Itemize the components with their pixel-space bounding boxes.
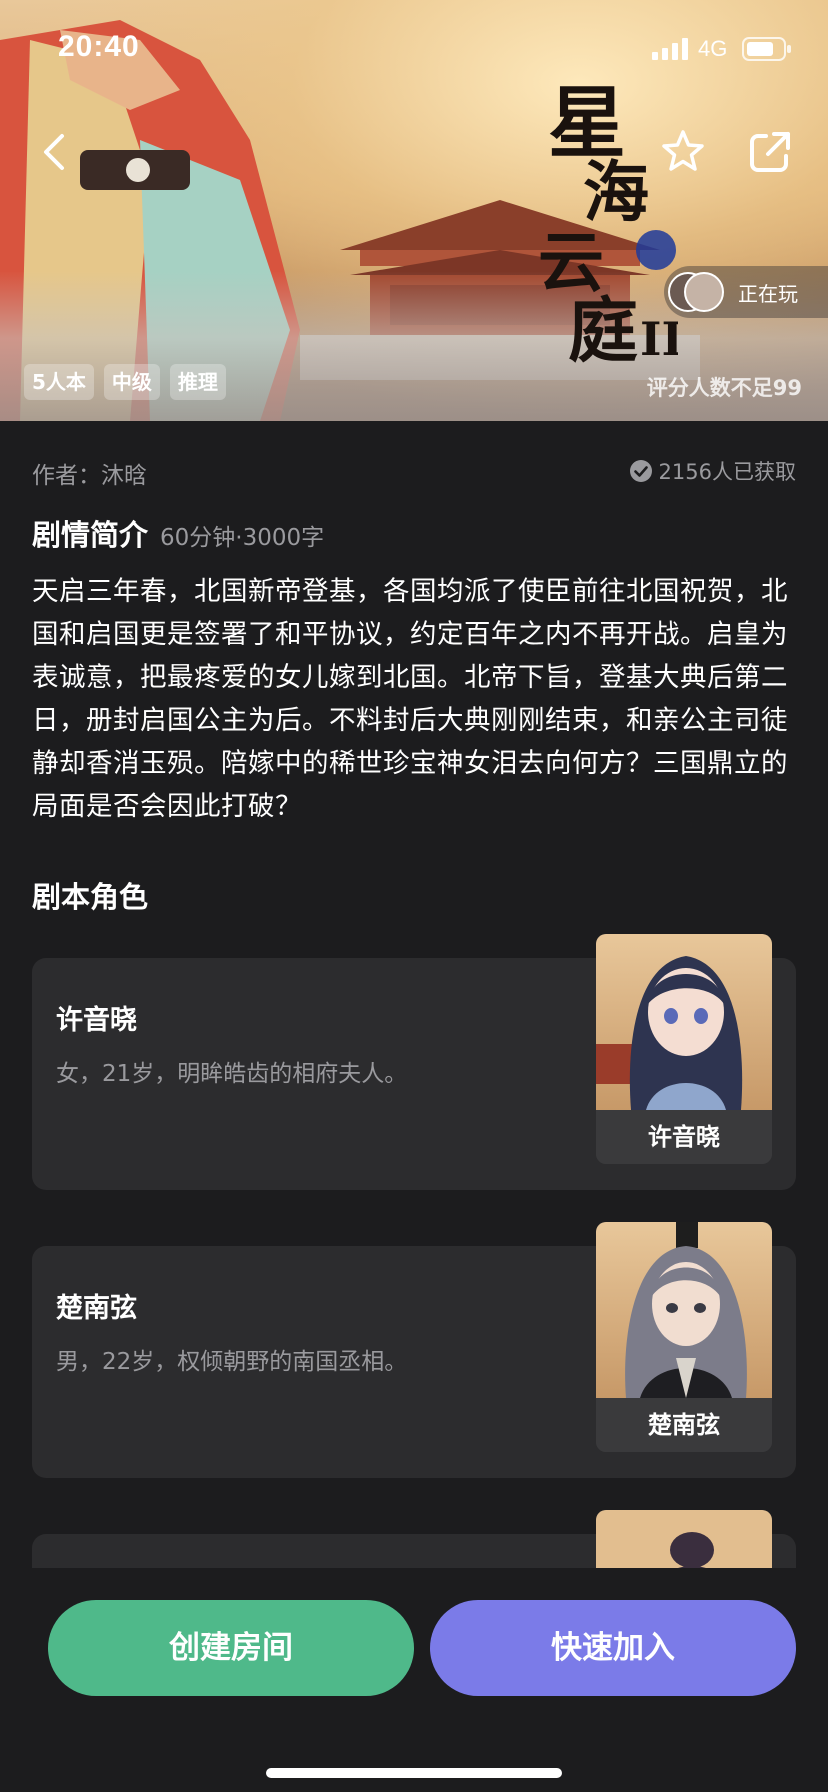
favorite-star-icon[interactable]	[660, 128, 706, 174]
check-circle-icon	[629, 460, 652, 482]
hero-banner: 星 海 云 庭 II 20:40 4G 正在玩 5人本 中级 推理 评分人数不足…	[0, 0, 828, 421]
synopsis-meta: 60分钟·3000字	[160, 525, 325, 551]
now-playing-label: 正在玩	[738, 281, 798, 306]
role-description: 女，21岁，明眸皓齿的相府夫人。	[56, 1061, 408, 1087]
roles-title: 剧本角色	[32, 880, 149, 914]
back-button[interactable]	[36, 130, 72, 174]
network-type: 4G	[698, 36, 728, 61]
tag-level: 中级	[103, 364, 160, 400]
role-portrait[interactable]: 楚南弦	[596, 1222, 772, 1452]
synopsis-header: 剧情简介 60分钟·3000字	[32, 512, 324, 554]
script-tags: 5人本 中级 推理	[24, 364, 226, 400]
svg-text:庭: 庭	[568, 289, 638, 372]
share-icon[interactable]	[748, 130, 792, 174]
quick-join-button[interactable]: 快速加入	[430, 1600, 796, 1696]
synopsis-text: 天启三年春，北国新帝登基，各国均派了使臣前往北国祝贺，北国和启国更是签署了和平协…	[32, 576, 788, 822]
home-indicator[interactable]	[266, 1768, 562, 1778]
role-description: 男，22岁，权倾朝野的南国丞相。	[56, 1349, 408, 1375]
author-row: 作者：沐晗 2156人已获取	[32, 456, 796, 489]
role-portrait-caption: 许音晓	[596, 1110, 772, 1164]
role-portrait-image	[596, 934, 772, 1110]
svg-text:II: II	[640, 312, 678, 366]
now-playing-avatars	[668, 270, 726, 314]
tag-genre: 推理	[169, 364, 226, 400]
bottom-action-bar: 创建房间 快速加入	[0, 1568, 828, 1792]
status-time: 20:40	[58, 30, 140, 63]
obtained-count-text: 2156人已获取	[658, 460, 796, 484]
obtained-count: 2156人已获取	[629, 456, 796, 486]
role-name: 许音晓	[56, 1005, 137, 1036]
role-name: 楚南弦	[56, 1293, 137, 1324]
create-room-button[interactable]: 创建房间	[48, 1600, 414, 1696]
status-bar: 20:40 4G	[0, 0, 828, 100]
author-name: 作者：沐晗	[32, 463, 147, 489]
now-playing-pill[interactable]: 正在玩	[664, 266, 828, 318]
rating-note: 评分人数不足99	[646, 376, 802, 400]
role-portrait-image	[596, 1222, 772, 1398]
cellular-signal-icon	[652, 38, 688, 60]
synopsis-title: 剧情简介	[32, 518, 149, 552]
battery-icon	[742, 37, 791, 61]
role-portrait[interactable]: 许音晓	[596, 934, 772, 1164]
title-art: 星 海 云 庭 II	[538, 78, 678, 372]
svg-text:海: 海	[583, 153, 649, 231]
tag-players: 5人本	[24, 364, 94, 400]
role-portrait-caption: 楚南弦	[596, 1398, 772, 1452]
